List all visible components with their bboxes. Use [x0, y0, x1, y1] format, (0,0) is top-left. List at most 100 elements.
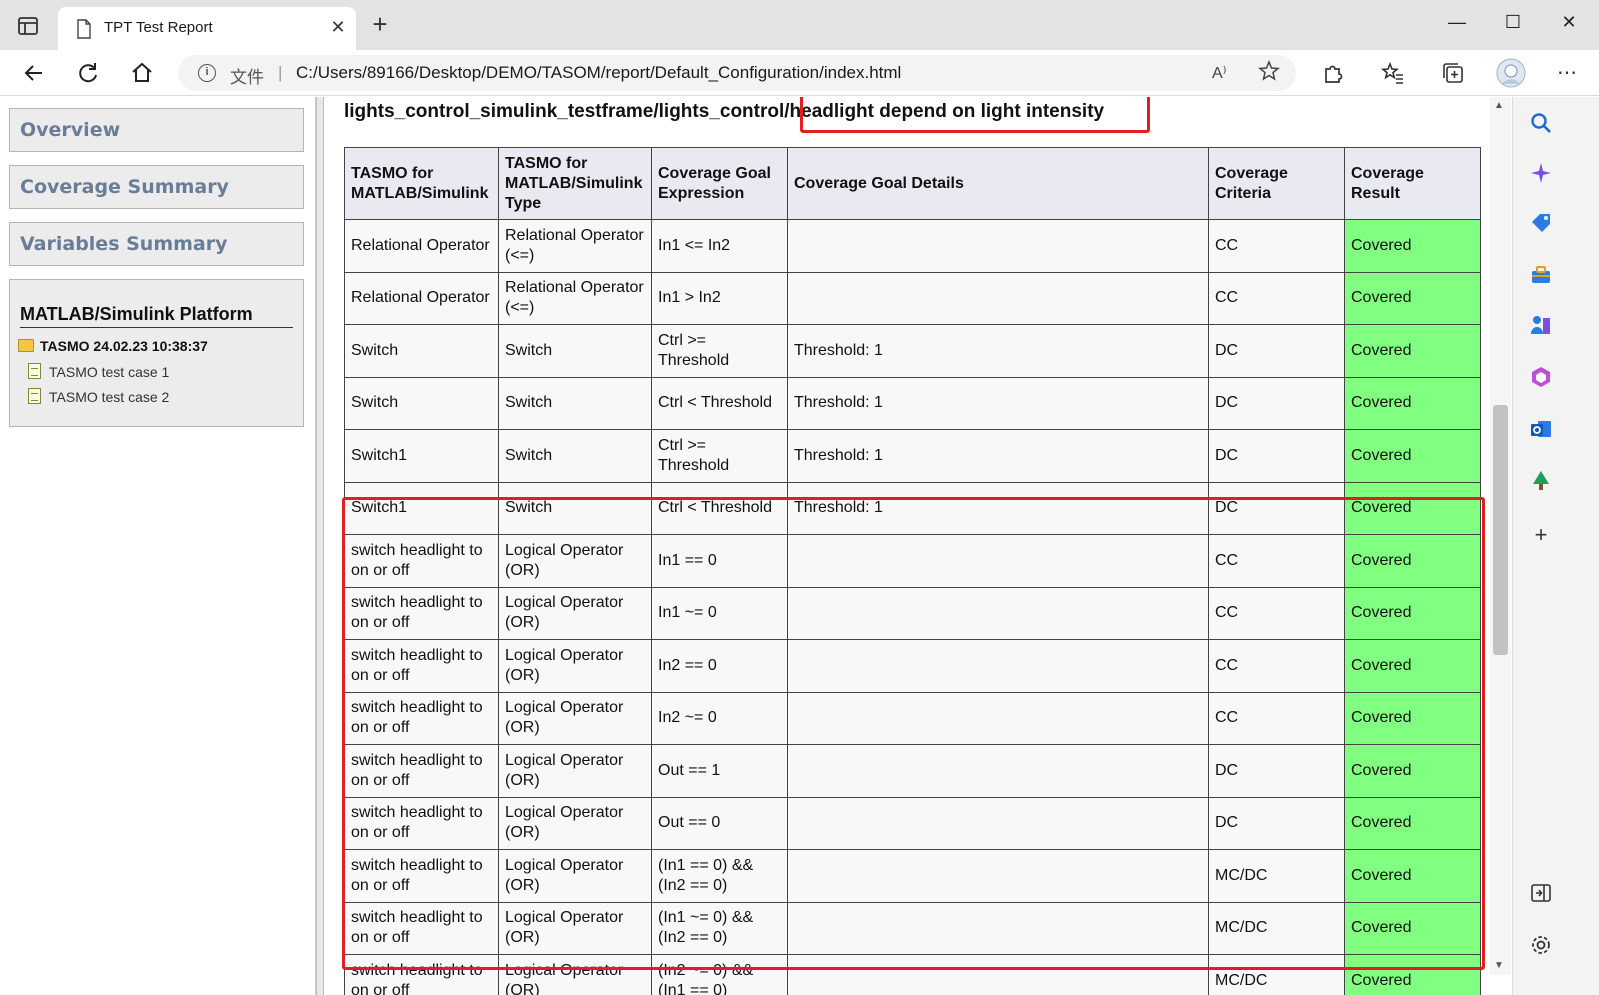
result-cell: Covered — [1344, 586, 1481, 640]
table-row: switch headlight to on or off Logical Ope… — [344, 954, 1481, 995]
result-cell: Covered — [1344, 901, 1481, 955]
more-menu-icon[interactable]: ⋯ — [1554, 60, 1580, 86]
result-cell: Covered — [1344, 796, 1481, 850]
nav-overview[interactable]: Overview — [9, 108, 304, 152]
block-type-cell: Switch — [498, 324, 652, 378]
settings-gear-icon[interactable] — [1528, 932, 1554, 958]
result-cell: Covered — [1344, 481, 1481, 535]
goal-expression-cell: In1 == 0 — [651, 534, 788, 588]
info-icon[interactable]: i — [198, 64, 216, 82]
block-type-cell: Switch — [498, 429, 652, 483]
edge-sidebar — [1512, 97, 1599, 995]
goal-details-cell: Threshold: 1 — [787, 324, 1209, 378]
new-tab-icon[interactable]: + — [368, 11, 392, 37]
block-type-cell: Logical Operator (OR) — [498, 744, 652, 798]
criteria-cell: CC — [1208, 691, 1345, 745]
goal-details-cell — [787, 954, 1209, 995]
result-cell: Covered — [1344, 534, 1481, 588]
goal-expression-cell: In1 ~= 0 — [651, 586, 788, 640]
goal-expression-cell: (In1 == 0) && (In2 == 0) — [651, 849, 788, 903]
tools-icon[interactable] — [1528, 262, 1554, 288]
table-row: switch headlight to on or off Logical Ope… — [344, 534, 1481, 588]
frame-splitter[interactable] — [316, 97, 324, 995]
refresh-icon[interactable] — [74, 59, 102, 87]
block-type-cell: Logical Operator (OR) — [498, 849, 652, 903]
goal-expression-cell: (In2 ~= 0) && (In1 == 0) — [651, 954, 788, 995]
block-name-cell: switch headlight to on or off — [344, 954, 499, 995]
test-case-item[interactable]: TASMO test case 1 — [28, 363, 169, 380]
goal-details-cell — [787, 744, 1209, 798]
drop-tree-icon[interactable] — [1528, 468, 1554, 494]
games-icon[interactable] — [1528, 312, 1554, 338]
collections-icon[interactable] — [1440, 60, 1466, 86]
extensions-icon[interactable] — [1320, 60, 1346, 86]
favorites-icon[interactable] — [1380, 60, 1406, 86]
test-run-label: TASMO 24.02.23 10:38:37 — [40, 338, 208, 354]
block-type-cell: Logical Operator (OR) — [498, 691, 652, 745]
goal-expression-cell: Out == 1 — [651, 744, 788, 798]
scroll-down-icon[interactable]: ▼ — [1494, 960, 1504, 971]
goal-expression-cell: Ctrl < Threshold — [651, 481, 788, 535]
test-run-item[interactable]: TASMO 24.02.23 10:38:37 — [18, 338, 208, 354]
scroll-up-icon[interactable]: ▲ — [1494, 100, 1504, 111]
block-type-cell: Logical Operator (OR) — [498, 639, 652, 693]
test-case-item[interactable]: TASMO test case 2 — [28, 388, 169, 405]
left-navigation-frame: Overview Coverage Summary Variables Summ… — [0, 97, 316, 995]
result-cell: Covered — [1344, 324, 1481, 378]
table-row: Switch Switch Ctrl < Threshold Threshold: 1… — [344, 376, 1481, 430]
block-name-cell: Switch1 — [344, 481, 499, 535]
nav-coverage-summary[interactable]: Coverage Summary — [9, 165, 304, 209]
criteria-cell: DC — [1208, 796, 1345, 850]
active-tab[interactable]: TPT Test Report ✕ — [58, 7, 356, 50]
result-cell: Covered — [1344, 639, 1481, 693]
office-icon[interactable] — [1528, 364, 1554, 390]
result-cell: Covered — [1344, 849, 1481, 903]
block-type-cell: Logical Operator (OR) — [498, 796, 652, 850]
platform-title: MATLAB/Simulink Platform — [20, 304, 293, 328]
tab-actions-icon[interactable] — [16, 14, 40, 38]
read-aloud-icon[interactable]: A⁾ — [1212, 63, 1227, 83]
shopping-tag-icon[interactable] — [1528, 210, 1554, 236]
add-favorite-icon[interactable] — [1258, 60, 1280, 82]
column-header: Coverage Goal Details — [787, 147, 1209, 220]
block-name-cell: switch headlight to on or off — [344, 849, 499, 903]
hide-sidebar-icon[interactable] — [1528, 880, 1554, 906]
block-name-cell: switch headlight to on or off — [344, 534, 499, 588]
scrollbar-thumb[interactable] — [1493, 405, 1508, 655]
block-name-cell: switch headlight to on or off — [344, 744, 499, 798]
window-close-icon[interactable]: ✕ — [1554, 10, 1584, 34]
table-body: Relational Operator Relational Operator (… — [344, 219, 1481, 995]
result-cell: Covered — [1344, 271, 1481, 325]
add-sidebar-app-icon[interactable]: + — [1528, 522, 1554, 548]
maximize-icon[interactable]: ☐ — [1498, 10, 1528, 34]
address-bar[interactable]: i 文件 | C:/Users/89166/Desktop/DEMO/TASOM… — [178, 55, 1296, 91]
table-row: Switch1 Switch Ctrl >= Threshold Threshold:… — [344, 429, 1481, 483]
back-icon[interactable] — [20, 59, 48, 87]
goal-details-cell — [787, 534, 1209, 588]
minimize-icon[interactable]: — — [1442, 10, 1472, 34]
goal-expression-cell: In2 ~= 0 — [651, 691, 788, 745]
table-row: Switch Switch Ctrl >= Threshold Threshold: … — [344, 324, 1481, 378]
block-name-cell: Switch — [344, 324, 499, 378]
table-row: switch headlight to on or off Logical Ope… — [344, 586, 1481, 640]
goal-expression-cell: Ctrl >= Threshold — [651, 324, 788, 378]
url-text[interactable]: C:/Users/89166/Desktop/DEMO/TASOM/report… — [296, 63, 901, 83]
home-icon[interactable] — [128, 59, 156, 87]
table-header-row: TASMO for MATLAB/Simulink TASMO for MATL… — [344, 147, 1481, 220]
table-row: switch headlight to on or off Logical Ope… — [344, 796, 1481, 850]
profile-avatar[interactable] — [1496, 58, 1526, 88]
column-header: TASMO for MATLAB/Simulink Type — [498, 147, 652, 220]
copilot-icon[interactable] — [1528, 160, 1554, 186]
table-row: Relational Operator Relational Operator (… — [344, 219, 1481, 273]
nav-variables-summary[interactable]: Variables Summary — [9, 222, 304, 266]
criteria-cell: CC — [1208, 534, 1345, 588]
table-row: Relational Operator Relational Operator (… — [344, 271, 1481, 325]
search-icon[interactable] — [1528, 110, 1554, 136]
block-type-cell: Relational Operator (<=) — [498, 271, 652, 325]
table-row: switch headlight to on or off Logical Ope… — [344, 744, 1481, 798]
test-case-label: TASMO test case 2 — [49, 389, 170, 405]
criteria-cell: DC — [1208, 481, 1345, 535]
outlook-icon[interactable] — [1528, 416, 1554, 442]
goal-details-cell: Threshold: 1 — [787, 376, 1209, 430]
close-tab-icon[interactable]: ✕ — [328, 17, 348, 37]
